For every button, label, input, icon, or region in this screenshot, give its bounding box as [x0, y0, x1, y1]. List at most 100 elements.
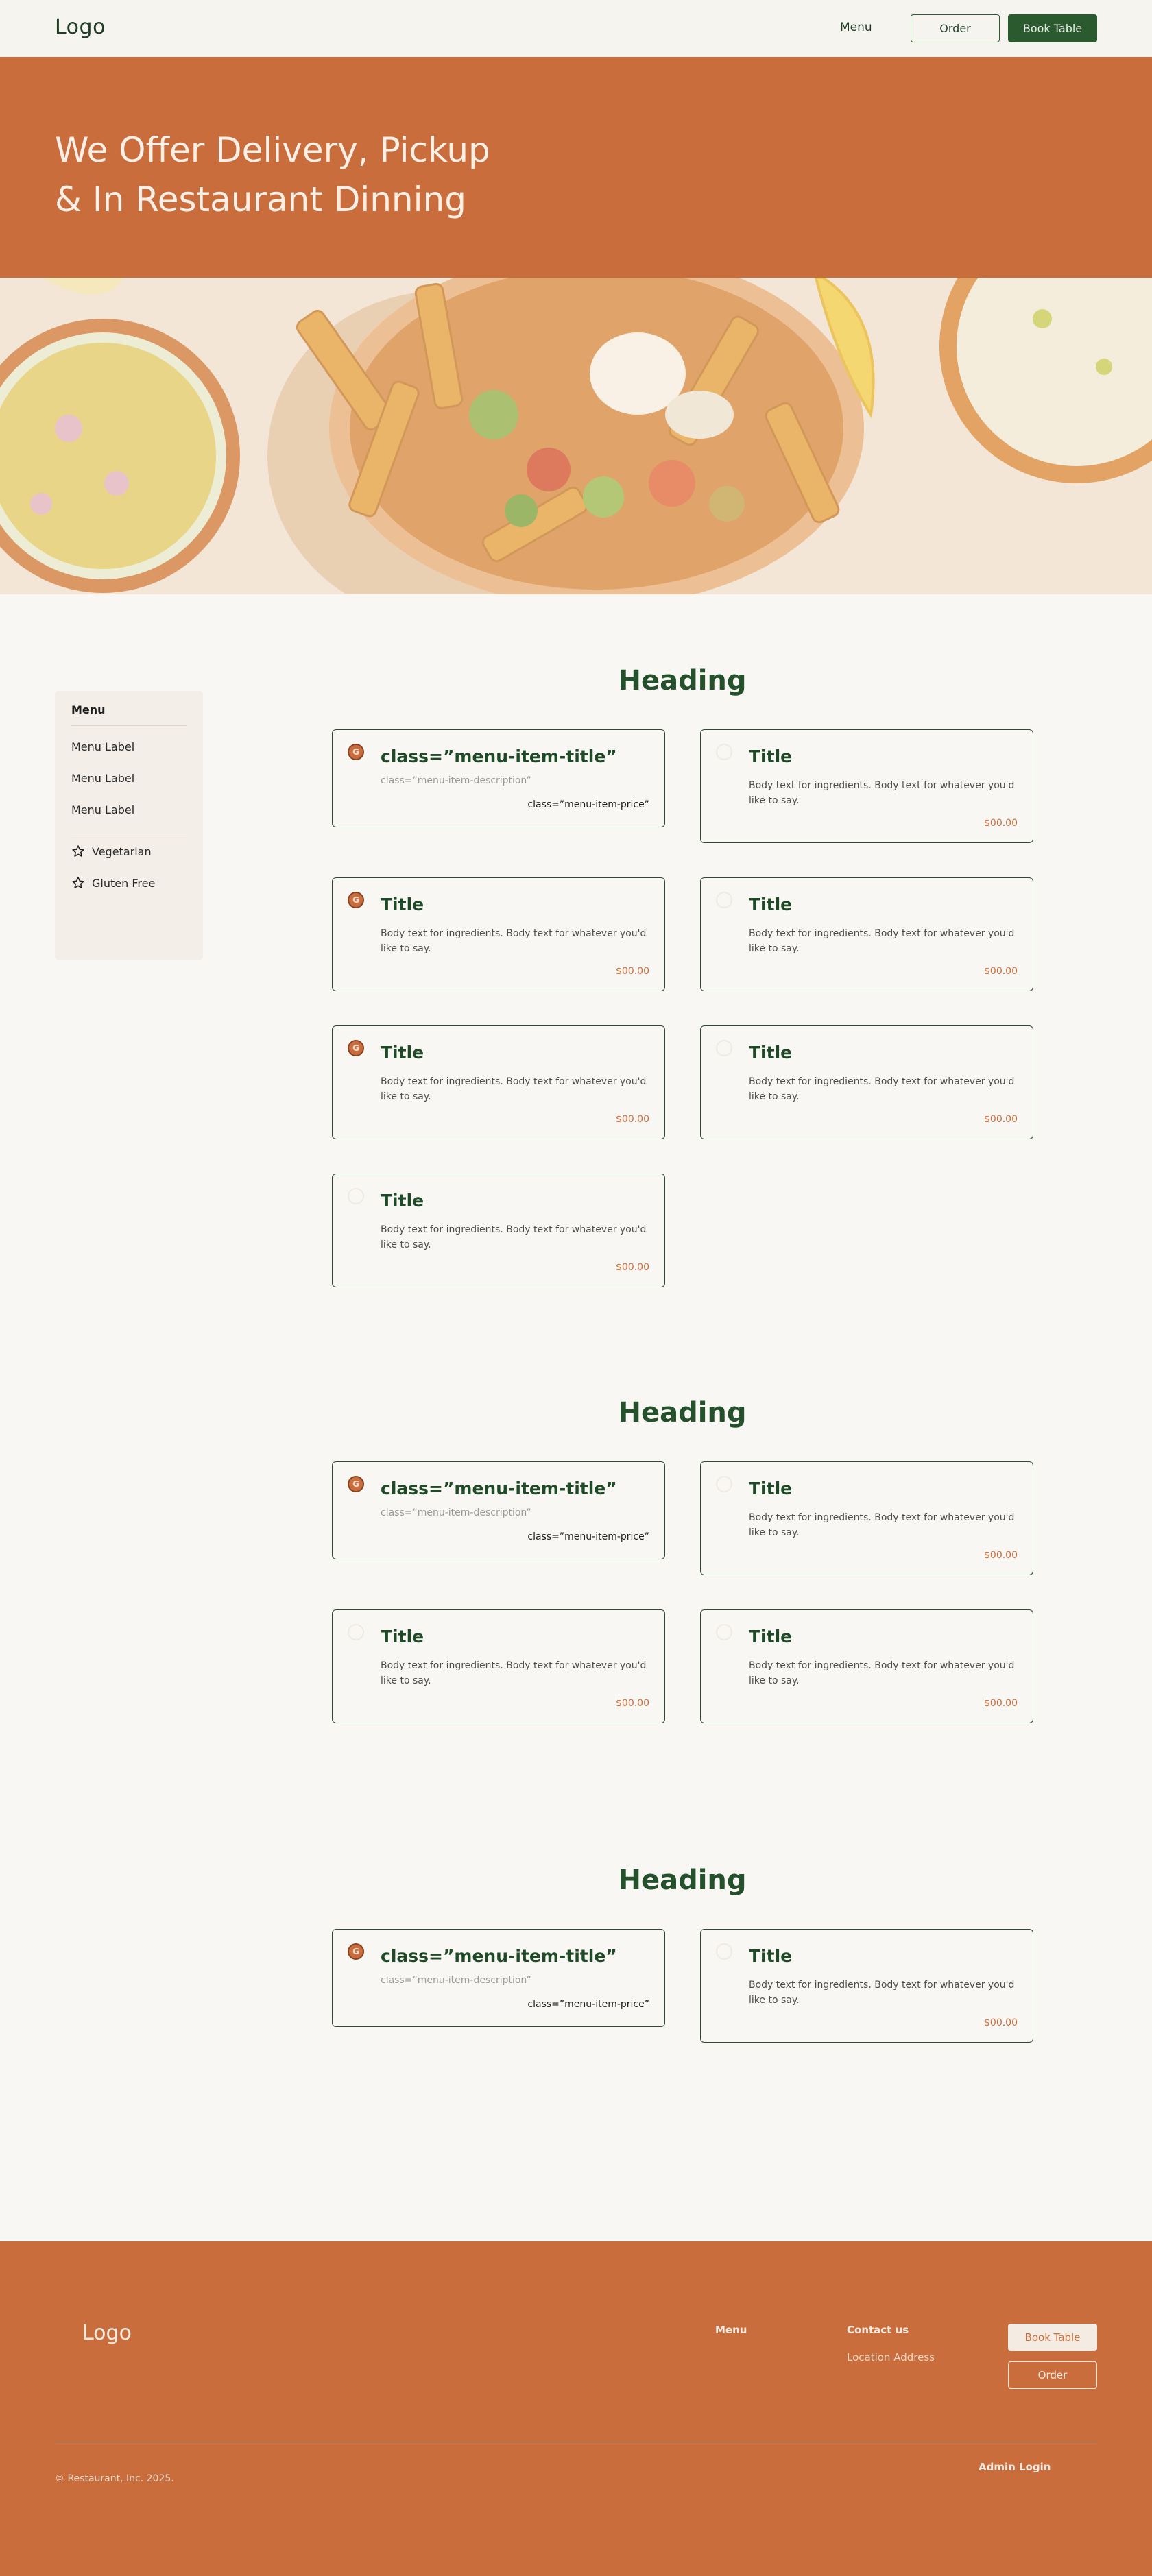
menu-item-title: Title — [749, 1946, 793, 1966]
footer-order-button[interactable]: Order — [1008, 2361, 1097, 2389]
gluten-free-badge-icon: G — [348, 1943, 364, 1960]
gluten-free-badge-icon: G — [348, 892, 364, 908]
menu-item-description: Body text for ingredients. Body text for… — [381, 928, 647, 954]
menu-item-description: Body text for ingredients. Body text for… — [749, 1076, 1015, 1102]
menu-item-title: Title — [749, 746, 793, 766]
sidebar-item-menu-label[interactable]: Menu Label — [71, 803, 134, 816]
menu-item-card[interactable]: G class=”menu-item-title” class=”menu-it… — [332, 1461, 665, 1559]
food-hero-image — [0, 278, 1152, 594]
sidebar-divider — [71, 725, 187, 726]
menu-item-price: $00.00 — [616, 966, 649, 977]
book-table-button[interactable]: Book Table — [1008, 14, 1097, 42]
section-heading: Heading — [618, 1864, 747, 1896]
placeholder-badge-icon — [716, 1624, 732, 1640]
gluten-free-badge-icon: G — [348, 744, 364, 760]
menu-item-description: Body text for ingredients. Body text for… — [749, 928, 1015, 954]
placeholder-badge-icon — [716, 744, 732, 760]
admin-login-link[interactable]: Admin Login — [979, 2461, 1051, 2473]
hero-section: We Offer Delivery, Pickup & In Restauran… — [0, 57, 1152, 278]
star-icon — [72, 877, 84, 888]
menu-item-price: $00.00 — [984, 818, 1018, 829]
menu-item-card[interactable]: Title Body text for ingredients. Body te… — [700, 877, 1033, 991]
menu-item-price: $00.00 — [984, 1698, 1018, 1709]
menu-item-description: Body text for ingredients. Body text for… — [749, 780, 1015, 806]
menu-item-card[interactable]: Title Body text for ingredients. Body te… — [700, 729, 1033, 843]
placeholder-badge-icon — [716, 892, 732, 908]
menu-item-title: Title — [749, 895, 793, 914]
menu-item-title: Title — [381, 1043, 424, 1062]
footer-menu-link[interactable]: Menu — [715, 2324, 747, 2336]
star-icon — [72, 845, 84, 857]
menu-item-description: Body text for ingredients. Body text for… — [381, 1224, 647, 1250]
hero-title-line-1: We Offer Delivery, Pickup — [55, 130, 490, 170]
menu-item-price: class=”menu-item-price” — [527, 799, 649, 810]
menu-item-title: Title — [381, 895, 424, 914]
menu-item-card[interactable]: Title Body text for ingredients. Body te… — [332, 1174, 665, 1287]
menu-item-card[interactable]: Title Body text for ingredients. Body te… — [700, 1461, 1033, 1575]
menu-item-title: Title — [749, 1479, 793, 1498]
menu-item-title: Title — [749, 1043, 793, 1062]
placeholder-badge-icon — [348, 1188, 364, 1204]
menu-item-price: $00.00 — [616, 1262, 649, 1273]
section-heading: Heading — [618, 665, 747, 696]
gluten-free-badge-icon: G — [348, 1040, 364, 1056]
menu-item-card[interactable]: Title Body text for ingredients. Body te… — [700, 1929, 1033, 2043]
menu-item-title: class=”menu-item-title” — [381, 1479, 617, 1498]
menu-item-title: Title — [381, 1627, 424, 1647]
filter-gluten-free[interactable]: Gluten Free — [71, 876, 155, 890]
placeholder-badge-icon — [348, 1624, 364, 1640]
sidebar-item-menu-label[interactable]: Menu Label — [71, 740, 134, 753]
menu-item-card[interactable]: G Title Body text for ingredients. Body … — [332, 1025, 665, 1139]
menu-item-price: $00.00 — [984, 1114, 1018, 1125]
menu-item-description: class=”menu-item-description” — [381, 775, 531, 786]
filter-label: Vegetarian — [92, 845, 152, 858]
menu-item-price: $00.00 — [984, 1550, 1018, 1561]
menu-item-price: class=”menu-item-price” — [527, 1999, 649, 2010]
footer-location-address: Location Address — [847, 2351, 935, 2364]
menu-item-description: Body text for ingredients. Body text for… — [749, 1512, 1015, 1538]
menu-item-price: $00.00 — [984, 2017, 1018, 2028]
nav-menu-link[interactable]: Menu — [840, 21, 872, 34]
sidebar-item-menu-label[interactable]: Menu Label — [71, 772, 134, 785]
menu-item-title: Title — [381, 1191, 424, 1211]
hero-title: We Offer Delivery, Pickup & In Restauran… — [55, 125, 549, 224]
logo[interactable]: Logo — [55, 15, 106, 39]
sidebar-title: Menu — [71, 703, 106, 716]
menu-sidebar: Menu Menu Label Menu Label Menu Label Ve… — [55, 691, 203, 960]
menu-item-card[interactable]: G class=”menu-item-title” class=”menu-it… — [332, 729, 665, 827]
menu-item-title: class=”menu-item-title” — [381, 1946, 617, 1966]
hero-title-line-2: & In Restaurant Dinning — [55, 180, 466, 219]
filter-label: Gluten Free — [92, 876, 156, 890]
footer-book-table-button[interactable]: Book Table — [1008, 2324, 1097, 2351]
menu-item-card[interactable]: Title Body text for ingredients. Body te… — [700, 1609, 1033, 1723]
menu-item-description: Body text for ingredients. Body text for… — [381, 1076, 647, 1102]
menu-item-title: Title — [749, 1627, 793, 1647]
menu-item-card[interactable]: G Title Body text for ingredients. Body … — [332, 877, 665, 991]
placeholder-badge-icon — [716, 1943, 732, 1960]
menu-item-price: $00.00 — [616, 1114, 649, 1125]
filter-vegetarian[interactable]: Vegetarian — [71, 845, 152, 858]
gluten-free-badge-icon: G — [348, 1476, 364, 1492]
menu-item-title: class=”menu-item-title” — [381, 746, 617, 766]
footer: Logo Menu Contact us Location Address Bo… — [0, 2241, 1152, 2576]
menu-item-card[interactable]: G class=”menu-item-title” class=”menu-it… — [332, 1929, 665, 2027]
menu-item-price: class=”menu-item-price” — [527, 1531, 649, 1542]
menu-item-card[interactable]: Title Body text for ingredients. Body te… — [332, 1609, 665, 1723]
placeholder-badge-icon — [716, 1476, 732, 1492]
section-heading: Heading — [618, 1397, 747, 1429]
menu-item-price: $00.00 — [984, 966, 1018, 977]
menu-item-description: Body text for ingredients. Body text for… — [749, 1980, 1015, 2006]
menu-item-description: Body text for ingredients. Body text for… — [381, 1660, 647, 1686]
menu-item-description: Body text for ingredients. Body text for… — [749, 1660, 1015, 1686]
menu-item-description: class=”menu-item-description” — [381, 1507, 531, 1518]
menu-item-card[interactable]: Title Body text for ingredients. Body te… — [700, 1025, 1033, 1139]
order-button[interactable]: Order — [911, 14, 1000, 42]
footer-logo[interactable]: Logo — [82, 2321, 132, 2345]
menu-item-description: class=”menu-item-description” — [381, 1975, 531, 1986]
food-illustration — [0, 278, 1152, 594]
menu-item-price: $00.00 — [616, 1698, 649, 1709]
placeholder-badge-icon — [716, 1040, 732, 1056]
footer-contact-link[interactable]: Contact us — [847, 2324, 909, 2336]
top-navbar: Logo Menu Order Book Table — [0, 0, 1152, 57]
footer-copyright: © Restaurant, Inc. 2025. — [55, 2473, 174, 2484]
